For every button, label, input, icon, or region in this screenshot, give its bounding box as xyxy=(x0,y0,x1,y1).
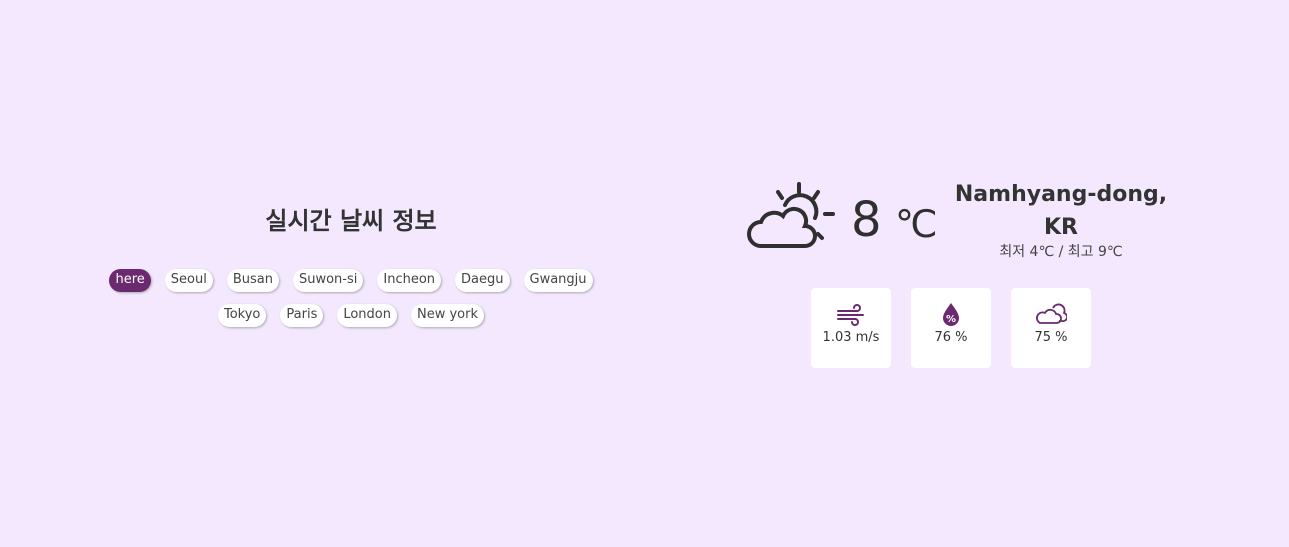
page-title: 실시간 날씨 정보 xyxy=(265,207,437,235)
weather-stats: 1.03 m/s % 76 % 75 % xyxy=(811,288,1091,368)
city-chip-daegu[interactable]: Daegu xyxy=(455,269,510,292)
wind-icon xyxy=(837,304,864,326)
wind-speed-value: 1.03 m/s xyxy=(822,330,880,345)
cloudiness-card: 75 % xyxy=(1011,288,1091,368)
temperature-value: 8 xyxy=(851,192,882,248)
current-weather: 8 ℃ Namhyang-dong, KR 최저 4℃ / 최고 9℃ xyxy=(745,178,1175,268)
city-chip-here[interactable]: here xyxy=(109,269,151,292)
city-chip-london[interactable]: London xyxy=(337,304,397,327)
city-chip-seoul[interactable]: Seoul xyxy=(164,269,213,292)
svg-text:%: % xyxy=(946,314,956,325)
city-chip-gwangju[interactable]: Gwangju xyxy=(523,269,593,292)
city-chip-tokyo[interactable]: Tokyo xyxy=(217,304,267,327)
humidity-icon: % xyxy=(943,303,959,326)
humidity-card: % 76 % xyxy=(911,288,991,368)
humidity-value: 76 % xyxy=(934,330,968,345)
location-name: Namhyang-dong, KR xyxy=(954,182,1168,240)
city-chip-list: here Seoul Busan Suwon-si Incheon Daegu … xyxy=(95,269,607,327)
city-chip-busan[interactable]: Busan xyxy=(226,269,279,292)
city-chip-suwon-si[interactable]: Suwon-si xyxy=(292,269,364,292)
city-chip-incheon[interactable]: Incheon xyxy=(377,269,442,292)
min-max-temperature: 최저 4℃ / 최고 9℃ xyxy=(999,244,1123,260)
wind-card: 1.03 m/s xyxy=(811,288,891,368)
temperature-unit: ℃ xyxy=(895,202,938,246)
cloudiness-value: 75 % xyxy=(1034,330,1068,345)
cloud-icon xyxy=(1036,303,1067,324)
city-chip-new-york[interactable]: New york xyxy=(411,304,485,327)
partly-cloudy-sun-icon xyxy=(747,182,835,248)
city-selector-panel: 실시간 날씨 정보 here Seoul Busan Suwon-si Inch… xyxy=(95,205,607,327)
city-chip-paris[interactable]: Paris xyxy=(280,304,324,327)
